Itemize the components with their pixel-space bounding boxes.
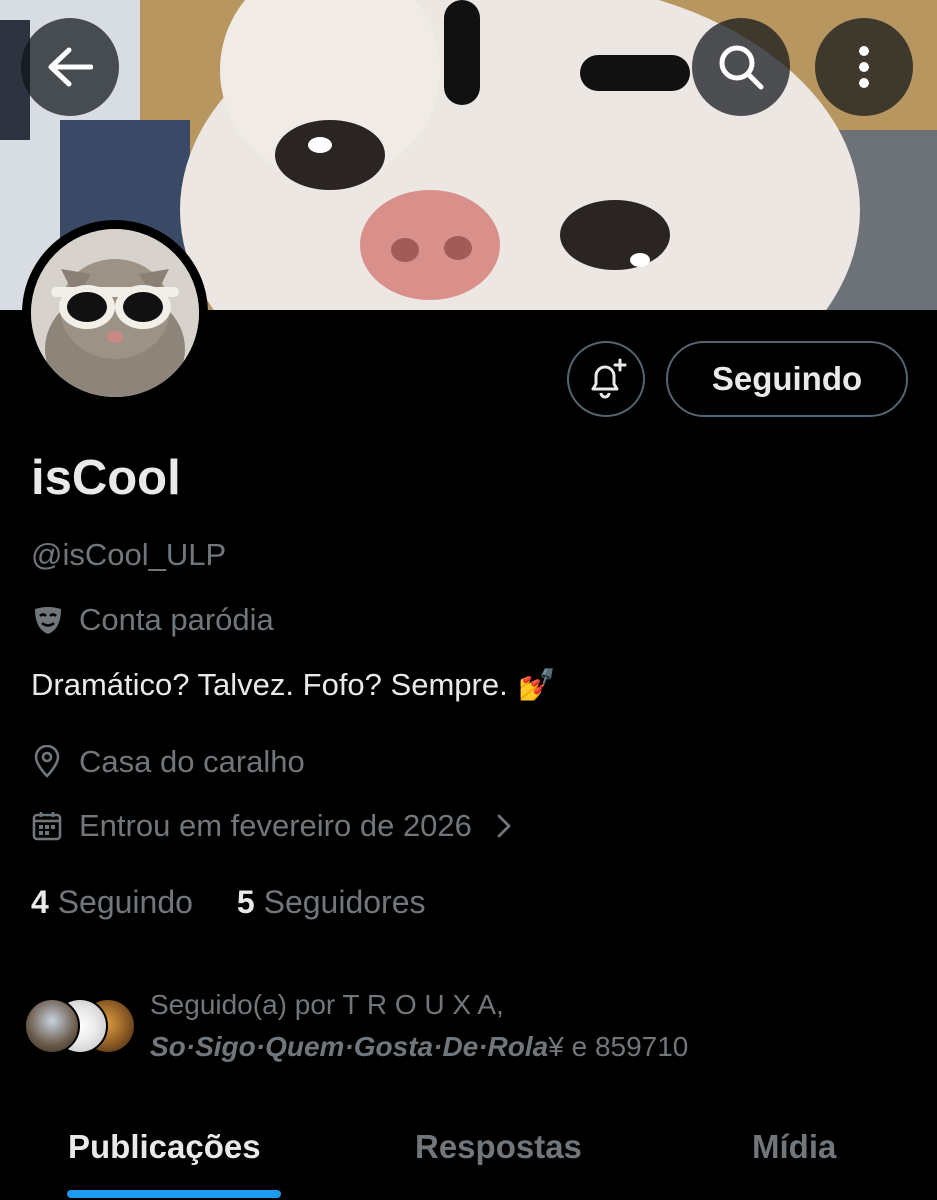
parody-label: Conta paródia (31, 602, 274, 638)
back-button[interactable] (21, 18, 119, 116)
followers-label: Seguidores (263, 884, 426, 920)
parody-label-text: Conta paródia (79, 602, 274, 637)
bell-plus-icon (591, 358, 627, 399)
display-name: isCool (31, 451, 181, 505)
followed-by-line2: So·Sigo·Quem·Gosta·De·Rola¥ e 859710 (150, 1026, 688, 1068)
profile-tabs: Publicações Respostas Mídia (0, 1110, 937, 1200)
tab-replies[interactable]: Respostas (415, 1128, 582, 1166)
mask-icon (35, 607, 61, 634)
more-vertical-icon (859, 46, 869, 88)
follow-stats: 4 Seguindo 5 Seguidores (31, 884, 426, 921)
location-text: Casa do caralho (79, 744, 305, 779)
nail-polish-emoji: 💅 (517, 667, 557, 702)
following-count: 4 (31, 884, 49, 920)
notifications-button[interactable] (567, 341, 645, 417)
location-pin-icon (34, 745, 60, 778)
profile-location: Casa do caralho (31, 744, 305, 780)
active-tab-indicator (67, 1190, 281, 1198)
profile-avatar[interactable] (22, 220, 208, 406)
more-options-button[interactable] (815, 18, 913, 116)
avatar-image (31, 229, 199, 397)
arrow-left-icon (48, 47, 93, 87)
chevron-right-icon (497, 814, 511, 838)
bio-text: Dramático? Talvez. Fofo? Sempre. (31, 666, 508, 702)
mutual-avatar (24, 998, 80, 1054)
profile-bio: Dramático? Talvez. Fofo? Sempre. 💅 (31, 666, 556, 703)
followers-count: 5 (236, 884, 255, 920)
followed-by-avatars (24, 994, 142, 1058)
user-handle: @isCool_ULP (31, 537, 227, 572)
followed-by-line1: Seguido(a) por T R O U X A, (150, 989, 504, 1020)
followed-by-rest: ¥ e 859710 (548, 1031, 689, 1062)
tab-media[interactable]: Mídia (752, 1128, 836, 1166)
profile-joined-date[interactable]: Entrou em fevereiro de 2026 (31, 808, 514, 844)
calendar-icon (32, 812, 62, 841)
following-button[interactable]: Seguindo (666, 341, 908, 417)
followed-by-section[interactable]: Seguido(a) por T R O U X A, So·Sigo·Quem… (24, 984, 688, 1068)
following-stat[interactable]: 4 Seguindo (31, 884, 193, 921)
following-label: Seguindo (57, 884, 193, 920)
followed-by-name: So·Sigo·Quem·Gosta·De·Rola (150, 1031, 549, 1062)
search-button[interactable] (692, 18, 790, 116)
search-icon (719, 45, 764, 90)
followers-stat[interactable]: 5 Seguidores (237, 884, 426, 921)
joined-text: Entrou em fevereiro de 2026 (79, 808, 472, 843)
tab-posts[interactable]: Publicações (68, 1128, 261, 1166)
followed-by-text: Seguido(a) por T R O U X A, So·Sigo·Quem… (150, 984, 688, 1068)
